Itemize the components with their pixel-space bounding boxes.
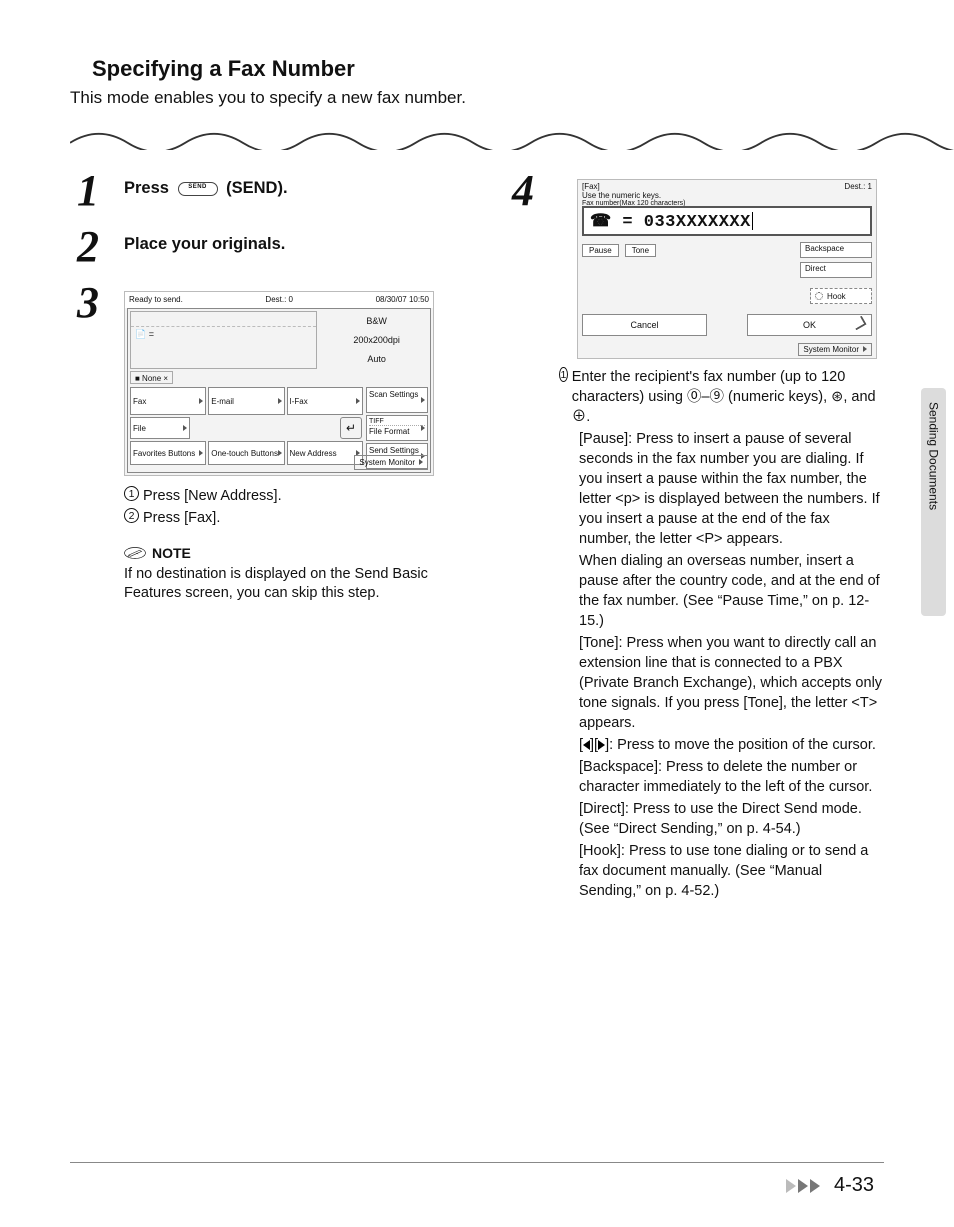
screen2-backspace-button: Backspace bbox=[800, 242, 872, 258]
step-number-2: 2 bbox=[70, 225, 106, 269]
step-number-3: 3 bbox=[70, 281, 106, 325]
para-arrows: [][]: Press to move the position of the … bbox=[559, 735, 884, 755]
screen1-date: 08/30/07 10:50 bbox=[376, 292, 429, 308]
screen1-dpi: 200x200dpi bbox=[325, 335, 428, 345]
step4-lead: Enter the recipient's fax number (up to … bbox=[572, 367, 884, 427]
step-number-4: 4 bbox=[505, 169, 541, 213]
screen1-fax-button: Fax bbox=[130, 387, 206, 415]
screen2-usekeys: Use the numeric keys. bbox=[582, 191, 685, 200]
footer-rule bbox=[70, 1162, 884, 1163]
screen2-cancel-button: Cancel bbox=[582, 314, 707, 336]
substep-1: Press [New Address]. bbox=[143, 486, 282, 506]
screen2-pause-button: Pause bbox=[582, 244, 619, 257]
circled-1-icon: 1 bbox=[124, 486, 139, 501]
screen1-newaddress-button: New Address bbox=[287, 441, 363, 465]
screen2-faxlabel: [Fax] bbox=[582, 182, 685, 191]
text-cursor-icon bbox=[752, 212, 754, 230]
screen2-destcount: Dest.: 1 bbox=[844, 182, 872, 191]
send-key-icon bbox=[178, 182, 218, 196]
screen1-email-button: E-mail bbox=[208, 387, 284, 415]
step1-pre: Press bbox=[124, 179, 174, 197]
para-overseas: When dialing an overseas number, insert … bbox=[559, 551, 884, 631]
step2-title: Place your originals. bbox=[124, 235, 465, 254]
screen1-ifax-button: I-Fax bbox=[287, 387, 363, 415]
para-hook: [Hook]: Press to use tone dialing or to … bbox=[559, 841, 884, 901]
continue-arrows-icon bbox=[786, 1179, 820, 1193]
screen2-hook-button: Hook bbox=[810, 288, 872, 304]
section-heading: Specifying a Fax Number bbox=[92, 56, 884, 82]
screen1-scansettings-button: Scan Settings bbox=[366, 387, 428, 413]
circled-2-icon: 2 bbox=[124, 508, 139, 523]
doc-icon: 📄 = bbox=[135, 329, 154, 340]
wave-divider-icon bbox=[70, 126, 954, 150]
send-basic-features-screen: Ready to send. Dest.: 0 08/30/07 10:50 📄… bbox=[124, 291, 434, 476]
step1-post: (SEND). bbox=[226, 179, 287, 197]
screen2-direct-button: Direct bbox=[800, 262, 872, 278]
return-arrow-icon: ↵ bbox=[340, 417, 362, 439]
screen1-system-monitor: System Monitor bbox=[354, 455, 428, 470]
screen1-onetouch-button: One-touch Buttons bbox=[208, 441, 284, 465]
screen2-tone-button: Tone bbox=[625, 244, 656, 257]
substep-2: Press [Fax]. bbox=[143, 508, 220, 528]
arrow-left-icon bbox=[583, 740, 590, 750]
screen2-system-monitor: System Monitor bbox=[798, 343, 872, 356]
screen1-favorites-button: Favorites Buttons bbox=[130, 441, 206, 465]
para-direct: [Direct]: Press to use the Direct Send m… bbox=[559, 799, 884, 839]
screen1-file-button: File bbox=[130, 417, 190, 439]
para-tone: [Tone]: Press when you want to directly … bbox=[559, 633, 884, 733]
screen1-bw: B&W bbox=[325, 316, 428, 326]
screen1-auto: Auto bbox=[325, 354, 428, 364]
circled-1b-icon: 1 bbox=[559, 367, 568, 382]
side-tab: Sending Documents bbox=[921, 388, 946, 616]
screen1-dest: Dest.: 0 bbox=[265, 292, 293, 308]
screen2-entry: ☎ = 033XXXXXXX bbox=[590, 211, 751, 232]
intro-text: This mode enables you to specify a new f… bbox=[70, 88, 884, 108]
screen2-ok-button: OK bbox=[747, 314, 872, 336]
side-tab-text: Sending Documents bbox=[927, 388, 941, 616]
fax-entry-screen: [Fax] Use the numeric keys. Fax number(M… bbox=[577, 179, 877, 359]
screen1-tab: ■ None × bbox=[130, 371, 173, 384]
note-pencil-icon bbox=[124, 546, 146, 560]
hook-dot-icon bbox=[815, 292, 823, 300]
note-body: If no destination is displayed on the Se… bbox=[124, 565, 465, 604]
step-number-1: 1 bbox=[70, 169, 106, 213]
screen1-fileformat-button: TIFF File Format bbox=[366, 415, 428, 441]
para-pause: [Pause]: Press to insert a pause of seve… bbox=[559, 429, 884, 549]
screen1-ready: Ready to send. bbox=[129, 292, 183, 308]
page-number: 4-33 bbox=[834, 1174, 874, 1197]
note-label: NOTE bbox=[152, 545, 191, 561]
para-backspace: [Backspace]: Press to delete the number … bbox=[559, 757, 884, 797]
